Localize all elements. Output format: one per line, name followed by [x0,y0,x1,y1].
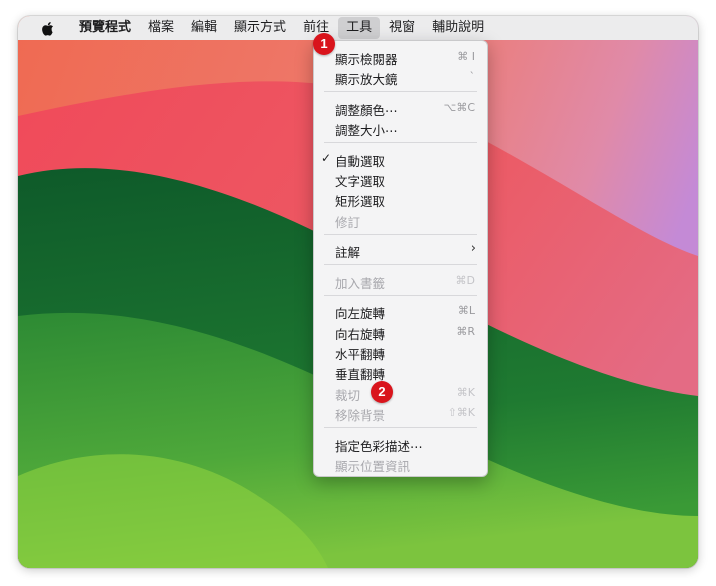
chevron-right-icon: › [470,241,476,256]
menu-separator [324,427,477,428]
menu-tools[interactable]: 工具 [338,17,381,39]
menu-separator [324,295,477,296]
apple-logo-icon[interactable] [37,21,57,36]
menu-item-text-select[interactable]: 文字選取 [314,169,487,189]
menu-item-adjust-size[interactable]: 調整大小⋯ [314,118,487,138]
menu-item-add-bookmark[interactable]: 加入書籤 ⌘D [314,271,487,291]
menu-item-flip-horizontal[interactable]: 水平翻轉 [314,342,487,362]
menu-item-remove-background[interactable]: 移除背景 ⇧⌘K [314,403,487,423]
menu-help[interactable]: 輔助說明 [424,17,492,39]
menu-item-assign-color-profile[interactable]: 指定色彩描述⋯ [314,434,487,454]
menu-window[interactable]: 視窗 [381,17,423,39]
menu-item-annotate[interactable]: 註解 › [314,240,487,260]
menu-preview[interactable]: 預覽程式 [71,17,139,39]
menu-item-adjust-color[interactable]: 調整顏色⋯ ⌥⌘C [314,98,487,118]
menu-separator [324,91,477,92]
tools-dropdown-menu: 顯示檢閱器 ⌘ I 顯示放大鏡 ` 調整顏色⋯ ⌥⌘C 調整大小⋯ ✓ 自動選取… [313,40,488,477]
menu-item-show-location-info[interactable]: 顯示位置資訊 [314,454,487,474]
menu-item-rotate-left[interactable]: 向左旋轉 ⌘L [314,301,487,321]
menu-item-rotate-right[interactable]: 向右旋轉 ⌘R [314,322,487,342]
menu-edit[interactable]: 編輯 [183,17,225,39]
menu-separator [324,234,477,235]
menu-item-rect-select[interactable]: 矩形選取 [314,189,487,209]
menu-item-redact[interactable]: 修訂 [314,210,487,230]
menu-separator [324,142,477,143]
checkmark-icon: ✓ [321,151,332,165]
menu-view[interactable]: 顯示方式 [226,17,294,39]
menu-item-crop[interactable]: 裁切 ⌘K [314,383,487,403]
menu-item-show-magnifier[interactable]: 顯示放大鏡 ` [314,67,487,87]
step-badge-2: 2 [371,381,393,403]
menu-item-flip-vertical[interactable]: 垂直翻轉 [314,362,487,382]
menu-item-auto-select[interactable]: ✓ 自動選取 [314,149,487,169]
menu-file[interactable]: 檔案 [140,17,182,39]
desktop-window: 預覽程式 檔案 編輯 顯示方式 前往 工具 視窗 輔助說明 顯示檢閱器 ⌘ I … [18,16,698,568]
menu-separator [324,264,477,265]
step-badge-1: 1 [313,33,335,55]
menu-bar: 預覽程式 檔案 編輯 顯示方式 前往 工具 視窗 輔助說明 [18,16,698,40]
menu-item-show-inspector[interactable]: 顯示檢閱器 ⌘ I [314,47,487,67]
